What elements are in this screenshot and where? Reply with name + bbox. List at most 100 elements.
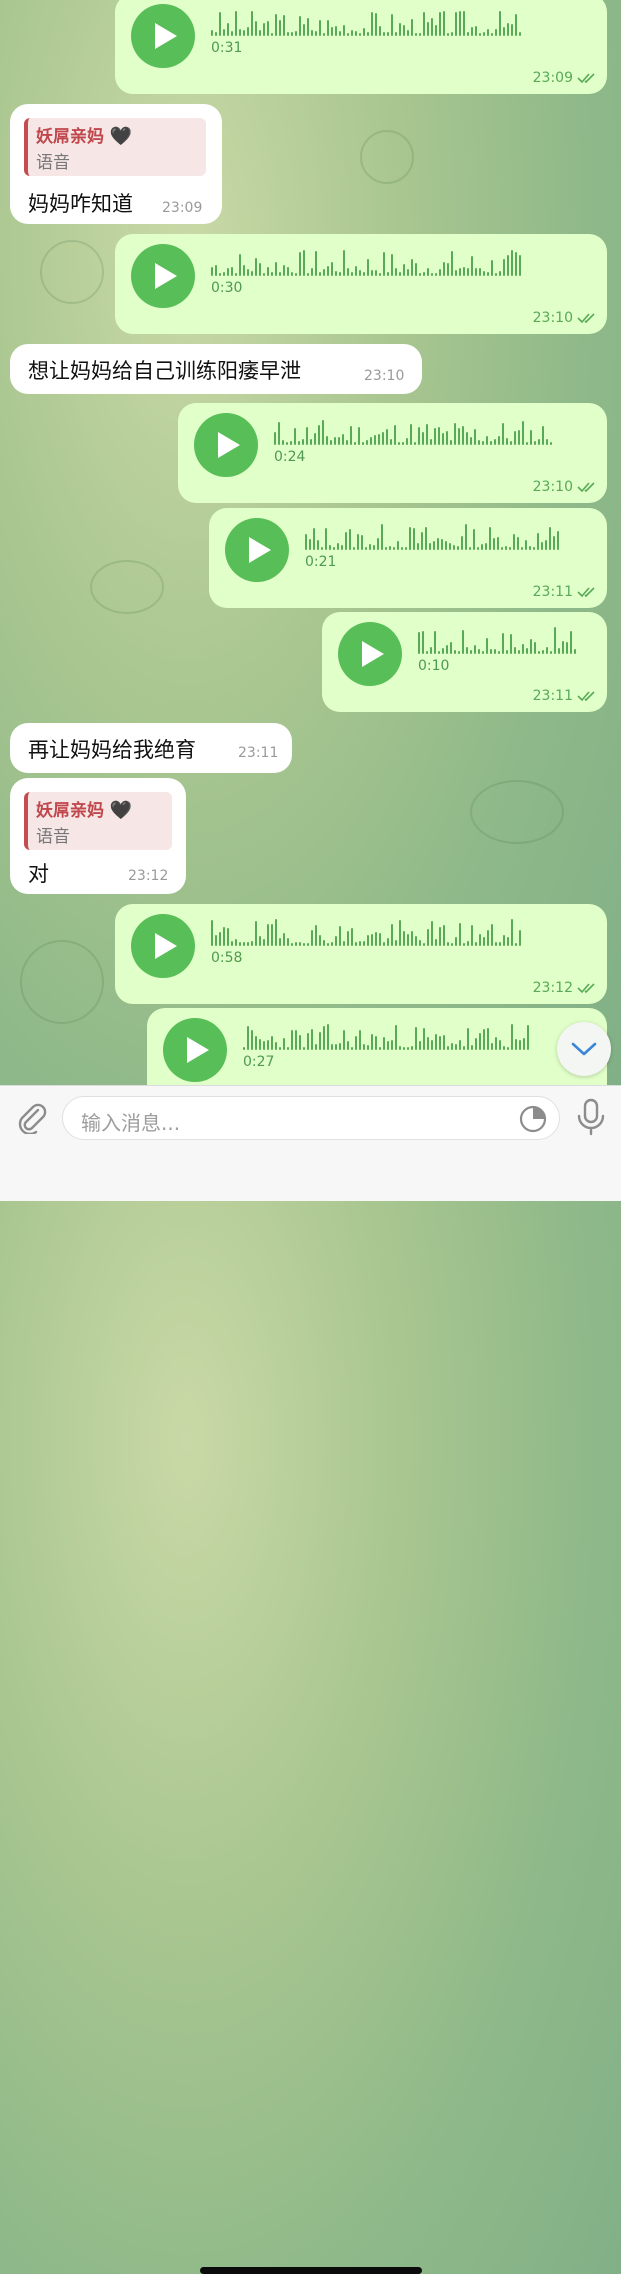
waveform-bar	[259, 936, 261, 946]
reply-preview[interactable]: 妖屌亲妈 🖤 语音	[24, 792, 172, 850]
message-input[interactable]: 输入消息...	[62, 1096, 560, 1140]
voice-message[interactable]: 0:27	[147, 1008, 607, 1085]
reply-preview[interactable]: 妖屌亲妈 🖤 语音	[24, 118, 206, 176]
waveform-bar	[502, 633, 504, 654]
waveform-bar	[339, 926, 341, 946]
waveform-bar	[467, 32, 469, 36]
waveform[interactable]	[243, 1020, 529, 1050]
chat-area[interactable]: 0:31 23:09 妖屌亲妈 🖤 语音 妈妈咋知道 23:09 0:30 23…	[0, 0, 621, 1085]
waveform-bar	[465, 524, 467, 550]
waveform-bar	[302, 439, 304, 445]
waveform-bar	[483, 32, 485, 36]
waveform-bar	[371, 12, 373, 36]
waveform[interactable]	[274, 415, 552, 445]
voice-message[interactable]: 0:10 23:11	[322, 612, 607, 712]
waveform-bar	[255, 921, 257, 946]
waveform-bar	[451, 32, 453, 36]
play-button[interactable]	[338, 622, 402, 686]
voice-message[interactable]: 0:31 23:09	[115, 0, 607, 94]
waveform-bar	[367, 259, 369, 276]
text-message[interactable]: 妖屌亲妈 🖤 语音 对 23:12	[10, 778, 186, 894]
waveform-bar	[315, 251, 317, 276]
text-message[interactable]: 想让妈妈给自己训练阳痿早泄 23:10	[10, 344, 422, 394]
sticker-icon[interactable]	[519, 1105, 547, 1133]
waveform-bar	[403, 931, 405, 946]
waveform[interactable]	[305, 520, 559, 550]
waveform-bar	[411, 1046, 413, 1050]
waveform-bar	[282, 440, 284, 445]
waveform-bar	[323, 940, 325, 946]
waveform-bar	[418, 632, 420, 654]
waveform-bar	[453, 545, 455, 550]
voice-message[interactable]: 0:21 23:11	[209, 508, 607, 608]
play-button[interactable]	[131, 244, 195, 308]
waveform[interactable]	[211, 916, 521, 946]
waveform-bar	[474, 429, 476, 445]
message-time: 23:11	[533, 584, 597, 600]
waveform-bar	[394, 425, 396, 445]
waveform[interactable]	[211, 6, 521, 36]
voice-message[interactable]: 0:24 23:10	[178, 403, 607, 503]
waveform-bar	[491, 260, 493, 276]
waveform-bar	[341, 545, 343, 550]
waveform-bar	[501, 547, 503, 550]
waveform-bar	[331, 1044, 333, 1050]
waveform-bar	[439, 1036, 441, 1050]
waveform-bar	[359, 33, 361, 36]
text-message[interactable]: 再让妈妈给我绝育 23:11	[10, 723, 292, 773]
waveform-bar	[219, 12, 221, 36]
waveform-bar	[367, 32, 369, 36]
play-icon	[154, 263, 177, 289]
waveform-bar	[446, 645, 448, 654]
waveform-bar	[343, 1030, 345, 1050]
waveform-bar	[387, 272, 389, 276]
waveform-bar	[395, 940, 397, 946]
play-button[interactable]	[163, 1018, 227, 1082]
waveform-bar	[499, 11, 501, 36]
waveform-bar	[391, 254, 393, 276]
waveform-bar	[382, 432, 384, 445]
waveform-bar	[497, 537, 499, 550]
waveform-bar	[398, 442, 400, 445]
waveform-bar	[291, 943, 293, 946]
waveform-bar	[355, 266, 357, 276]
waveform-bar	[347, 931, 349, 946]
waveform-bar	[370, 437, 372, 445]
waveform-bar	[511, 1024, 513, 1050]
waveform[interactable]	[211, 246, 521, 276]
waveform-bar	[371, 270, 373, 276]
waveform-bar	[430, 647, 432, 654]
microphone-icon[interactable]	[575, 1098, 607, 1136]
waveform-bar	[423, 272, 425, 276]
play-button[interactable]	[194, 413, 258, 477]
scroll-to-bottom-button[interactable]	[557, 1022, 611, 1076]
message-input-bar: 输入消息...	[0, 1085, 621, 2274]
waveform-bar	[483, 937, 485, 946]
play-button[interactable]	[225, 518, 289, 582]
voice-message[interactable]: 0:30 23:10	[115, 234, 607, 334]
waveform-bar	[271, 924, 273, 946]
reply-type: 语音	[36, 827, 70, 847]
waveform-bar	[461, 536, 463, 550]
paperclip-icon[interactable]	[14, 1100, 48, 1134]
waveform-bar	[295, 31, 297, 36]
waveform[interactable]	[418, 624, 576, 654]
waveform-bar	[263, 939, 265, 946]
waveform-bar	[451, 943, 453, 946]
background-doodle	[360, 130, 414, 184]
message-text: 想让妈妈给自己训练阳痿早泄	[28, 359, 301, 383]
waveform-bar	[534, 642, 536, 654]
waveform-bar	[271, 33, 273, 36]
waveform-bar	[445, 541, 447, 550]
waveform-bar	[379, 273, 381, 276]
waveform-bar	[247, 27, 249, 36]
waveform-bar	[387, 32, 389, 36]
voice-message[interactable]: 0:58 23:12	[115, 904, 607, 1004]
waveform-bar	[243, 1047, 245, 1050]
waveform-bar	[279, 1047, 281, 1050]
waveform-bar	[215, 32, 217, 36]
play-button[interactable]	[131, 4, 195, 68]
waveform-bar	[351, 928, 353, 946]
play-button[interactable]	[131, 914, 195, 978]
text-message[interactable]: 妖屌亲妈 🖤 语音 妈妈咋知道 23:09	[10, 104, 222, 224]
